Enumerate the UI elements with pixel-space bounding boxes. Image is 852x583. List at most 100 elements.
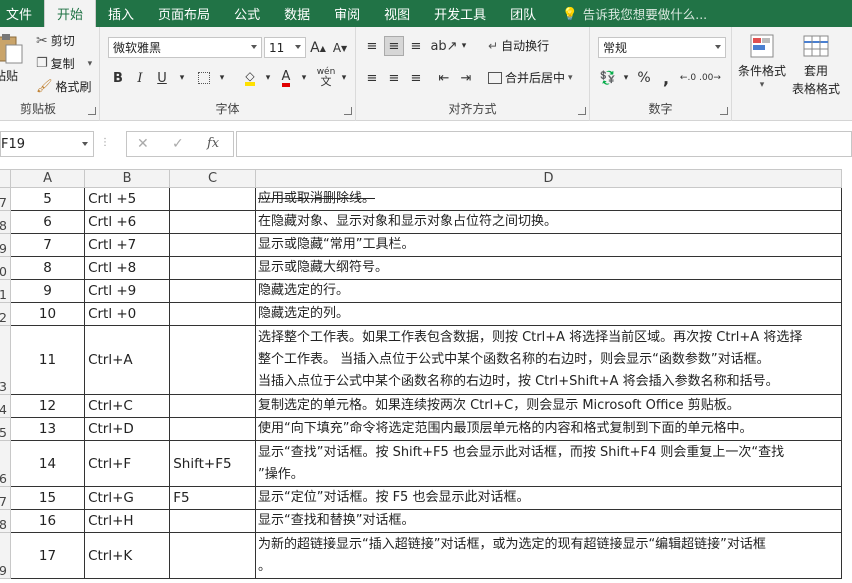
accounting-dropdown-icon[interactable]: ▾ — [616, 68, 636, 88]
tell-me-search[interactable]: 💡 告诉我您想要做什么... — [548, 0, 707, 27]
cell-a[interactable]: 14 — [9, 440, 86, 487]
column-header-B[interactable]: B — [84, 169, 171, 188]
formula-bar-drag-handle[interactable]: ⋮ — [100, 137, 110, 148]
row-header[interactable]: 12 — [0, 302, 11, 326]
tab-7[interactable]: 视图 — [372, 0, 422, 27]
font-color-dropdown-icon[interactable]: ▾ — [294, 68, 314, 88]
orientation-dropdown-icon[interactable]: ▾ — [454, 36, 474, 56]
bold-button[interactable]: B — [108, 68, 128, 88]
cell-b[interactable]: Crtl +9 — [84, 279, 171, 303]
row-header[interactable]: 17 — [0, 486, 11, 510]
align-top-icon[interactable]: ≡ — [362, 36, 382, 56]
wrap-text-button[interactable]: ↵ 自动换行 — [488, 37, 549, 54]
column-header-D[interactable]: D — [254, 169, 843, 188]
cell-d[interactable]: 选择整个工作表。如果工作表包含数据，则按 Ctrl+A 将选择当前区域。再次按 … — [254, 325, 843, 395]
cell-d[interactable]: 显示或隐藏大纲符号。 — [254, 256, 843, 280]
clipboard-launcher-icon[interactable] — [88, 107, 96, 115]
decrease-decimal-icon[interactable]: .00→ — [699, 68, 721, 88]
cell-c[interactable] — [169, 233, 256, 257]
formula-input[interactable] — [236, 131, 852, 157]
increase-indent-icon[interactable]: ⇥ — [456, 68, 476, 88]
cell-b[interactable]: Crtl +8 — [84, 256, 171, 280]
cell-b[interactable]: Ctrl+H — [84, 509, 171, 533]
cell-c[interactable] — [169, 302, 256, 326]
cell-d[interactable]: 使用“向下填充”命令将选定范围内最顶层单元格的内容和格式复制到下面的单元格中。 — [254, 417, 843, 441]
row-header[interactable]: 8 — [0, 210, 11, 234]
cell-b[interactable]: Crtl +5 — [84, 187, 171, 211]
cell-b[interactable]: Ctrl+D — [84, 417, 171, 441]
cell-c[interactable] — [169, 187, 256, 211]
shrink-font-button[interactable]: A ▼ — [330, 38, 350, 58]
tab-5[interactable]: 数据 — [272, 0, 322, 27]
cell-d[interactable]: 在隐藏对象、显示对象和显示对象占位符之间切换。 — [254, 210, 843, 234]
font-size-select[interactable]: 11 — [264, 37, 306, 58]
cell-b[interactable]: Ctrl+G — [84, 486, 171, 510]
cell-a[interactable]: 7 — [9, 233, 86, 257]
align-bottom-icon[interactable]: ≡ — [406, 36, 426, 56]
cell-a[interactable]: 16 — [9, 509, 86, 533]
column-header-C[interactable]: C — [169, 169, 256, 188]
cell-c[interactable]: Shift+F5 — [169, 440, 256, 487]
insert-function-button[interactable]: fx — [207, 136, 219, 151]
orientation-icon[interactable]: ab↗ — [430, 36, 457, 56]
tab-6[interactable]: 审阅 — [322, 0, 372, 27]
format-painter-button[interactable]: 🖌 格式刷 — [36, 78, 92, 95]
name-box[interactable]: F19 — [0, 131, 94, 157]
cell-a[interactable]: 6 — [9, 210, 86, 234]
font-name-select[interactable]: 微软雅黑 — [108, 37, 262, 58]
comma-style-button[interactable]: , — [656, 68, 676, 88]
underline-button[interactable]: U — [152, 68, 172, 88]
decrease-indent-icon[interactable]: ⇤ — [434, 68, 454, 88]
align-middle-icon[interactable]: ≡ — [384, 36, 404, 56]
cell-c[interactable]: F5 — [169, 486, 256, 510]
cell-c[interactable] — [169, 256, 256, 280]
cell-b[interactable]: Crtl +7 — [84, 233, 171, 257]
phonetic-dropdown-icon[interactable]: ▾ — [334, 68, 354, 88]
fill-color-dropdown-icon[interactable]: ▾ — [258, 68, 278, 88]
alignment-launcher-icon[interactable] — [578, 107, 586, 115]
borders-dropdown-icon[interactable]: ▾ — [212, 68, 232, 88]
align-center-icon[interactable]: ≡ — [384, 68, 404, 88]
row-header[interactable]: 13 — [0, 325, 11, 395]
cell-d[interactable]: 显示“查找”对话框。按 Shift+F5 也会显示此对话框，而按 Shift+F… — [254, 440, 843, 487]
cell-a[interactable]: 11 — [9, 325, 86, 395]
cell-b[interactable]: Crtl +0 — [84, 302, 171, 326]
cell-d[interactable]: 显示“查找和替换”对话框。 — [254, 509, 843, 533]
cell-a[interactable]: 9 — [9, 279, 86, 303]
cell-a[interactable]: 15 — [9, 486, 86, 510]
increase-decimal-icon[interactable]: ←.0 — [678, 68, 698, 88]
borders-button[interactable] — [194, 68, 214, 88]
underline-dropdown-icon[interactable]: ▾ — [172, 68, 192, 88]
tab-0[interactable]: 文件 — [0, 0, 44, 27]
font-color-button[interactable]: A — [276, 68, 296, 88]
copy-button[interactable]: ❐ 复制 ▾ — [36, 55, 92, 72]
align-left-icon[interactable]: ≡ — [362, 68, 382, 88]
cell-b[interactable]: Ctrl+C — [84, 394, 171, 418]
cell-b[interactable]: Crtl +6 — [84, 210, 171, 234]
cell-c[interactable] — [169, 325, 256, 395]
cell-a[interactable]: 13 — [9, 417, 86, 441]
phonetic-button[interactable]: wén 文 — [316, 67, 336, 88]
font-launcher-icon[interactable] — [344, 107, 352, 115]
align-right-icon[interactable]: ≡ — [406, 68, 426, 88]
cell-a[interactable]: 5 — [9, 187, 86, 211]
cell-c[interactable] — [169, 417, 256, 441]
cell-c[interactable] — [169, 210, 256, 234]
row-header[interactable]: 10 — [0, 256, 11, 280]
tab-8[interactable]: 开发工具 — [422, 0, 498, 27]
tab-9[interactable]: 团队 — [498, 0, 548, 27]
cell-b[interactable]: Ctrl+K — [84, 532, 171, 579]
cell-a[interactable]: 17 — [9, 532, 86, 579]
cancel-icon[interactable]: ✕ — [137, 136, 149, 152]
cell-c[interactable] — [169, 394, 256, 418]
select-all-corner[interactable] — [0, 169, 11, 188]
cut-button[interactable]: ✂ 剪切 — [36, 32, 75, 49]
row-header[interactable]: 7 — [0, 187, 11, 211]
cell-c[interactable] — [169, 532, 256, 579]
row-header[interactable]: 19 — [0, 532, 11, 579]
tab-2[interactable]: 插入 — [96, 0, 146, 27]
cell-d[interactable]: 显示“定位”对话框。按 F5 也会显示此对话框。 — [254, 486, 843, 510]
cell-a[interactable]: 12 — [9, 394, 86, 418]
cell-a[interactable]: 10 — [9, 302, 86, 326]
italic-button[interactable]: I — [130, 68, 150, 88]
